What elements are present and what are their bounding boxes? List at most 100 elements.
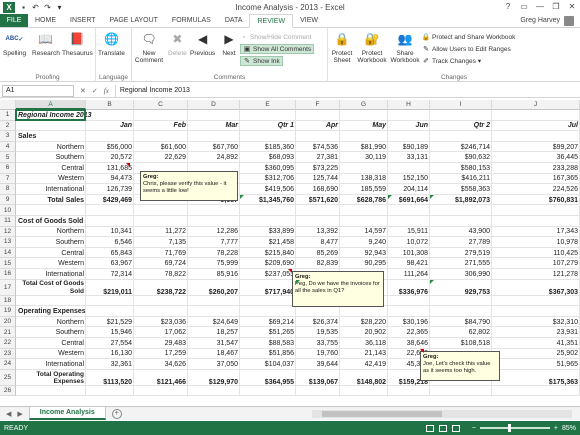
row-label[interactable]: Northern: [16, 142, 86, 153]
data-cell[interactable]: 152,150: [388, 174, 430, 185]
row-label[interactable]: Southern: [16, 237, 86, 248]
data-cell[interactable]: $73,225: [296, 163, 340, 174]
row-header[interactable]: 26: [0, 385, 16, 397]
worksheet-grid[interactable]: A B C D E F G H I J 1 Regional Income 2013 2 Jan Feb Ma…: [0, 100, 580, 406]
cancel-icon[interactable]: ✕: [80, 87, 86, 95]
data-cell[interactable]: $175,363: [492, 370, 580, 386]
row-label[interactable]: Southern: [16, 327, 86, 338]
data-cell[interactable]: 121,278: [492, 269, 580, 280]
comment-box[interactable]: Greg: Chris, please verify this value - i…: [140, 170, 238, 201]
data-cell[interactable]: 279,519: [430, 248, 492, 259]
row-header[interactable]: 4: [0, 141, 16, 153]
data-cell[interactable]: 19,760: [296, 349, 340, 360]
data-cell[interactable]: 78,228: [188, 248, 240, 259]
data-cell[interactable]: $238,722: [134, 280, 188, 296]
tab-view[interactable]: VIEW: [293, 14, 325, 27]
data-cell[interactable]: $139,067: [296, 370, 340, 386]
data-cell[interactable]: 8,477: [296, 237, 340, 248]
data-cell[interactable]: 204,114: [388, 184, 430, 195]
tab-insert[interactable]: INSERT: [63, 14, 103, 27]
tab-review[interactable]: REVIEW: [249, 14, 294, 28]
data-cell[interactable]: 21,143: [340, 349, 388, 360]
show-ink-button[interactable]: ✎ Show Ink: [240, 56, 283, 66]
data-cell[interactable]: 78,822: [134, 269, 188, 280]
row-label[interactable]: Sales: [16, 131, 216, 142]
data-cell[interactable]: 43,900: [430, 227, 492, 238]
close-button[interactable]: ✕: [564, 0, 580, 13]
restore-button[interactable]: ❐: [548, 0, 564, 13]
data-cell[interactable]: $108,518: [430, 338, 492, 349]
data-cell[interactable]: 224,526: [492, 184, 580, 195]
data-cell[interactable]: $88,583: [240, 338, 296, 349]
row-header[interactable]: 9: [0, 194, 16, 206]
column-header-h[interactable]: H: [388, 100, 430, 110]
data-cell[interactable]: $691,664: [388, 195, 430, 206]
data-cell[interactable]: 110,425: [492, 248, 580, 259]
select-all-corner[interactable]: [0, 100, 16, 110]
data-cell[interactable]: 929,753: [430, 280, 492, 296]
row-label[interactable]: Western: [16, 349, 86, 360]
data-cell[interactable]: $99,207: [492, 142, 580, 153]
data-cell[interactable]: 126,739: [86, 184, 134, 195]
save-icon[interactable]: ▪: [19, 3, 28, 12]
data-cell[interactable]: 27,554: [86, 338, 134, 349]
data-cell[interactable]: 41,351: [492, 338, 580, 349]
data-cell[interactable]: $360,095: [240, 163, 296, 174]
data-cell[interactable]: $367,303: [492, 280, 580, 296]
data-cell[interactable]: $209,690: [240, 258, 296, 269]
data-cell[interactable]: $129,970: [188, 370, 240, 386]
data-cell[interactable]: Qtr 2: [430, 121, 492, 132]
row-header[interactable]: 16: [0, 269, 16, 280]
zoom-in-icon[interactable]: +: [554, 425, 558, 432]
data-cell[interactable]: 38,646: [388, 338, 430, 349]
column-header-b[interactable]: B: [86, 100, 134, 110]
data-cell[interactable]: 12,286: [188, 227, 240, 238]
row-header[interactable]: 3: [0, 131, 16, 142]
thesaurus-button[interactable]: 📕 Thesaurus: [62, 30, 93, 57]
data-cell[interactable]: 85,916: [188, 269, 240, 280]
data-cell[interactable]: 62,802: [430, 327, 492, 338]
user-account[interactable]: Greg Harvey: [520, 14, 580, 27]
data-cell[interactable]: Qtr 1: [240, 121, 296, 132]
data-cell[interactable]: Feb: [134, 121, 188, 132]
row-header[interactable]: 6: [0, 163, 16, 174]
data-cell[interactable]: 34,626: [134, 359, 188, 370]
data-cell[interactable]: $61,600: [134, 142, 188, 153]
row-header[interactable]: 25: [0, 369, 16, 386]
data-cell[interactable]: $580,153: [430, 163, 492, 174]
data-cell[interactable]: $74,536: [296, 142, 340, 153]
data-cell[interactable]: $336,976: [388, 280, 430, 296]
row-label[interactable]: Total Operating Expenses: [16, 370, 86, 386]
row-header[interactable]: 10: [0, 205, 16, 216]
row-header[interactable]: 22: [0, 338, 16, 349]
data-cell[interactable]: 30,119: [340, 152, 388, 163]
data-cell[interactable]: 11,272: [134, 227, 188, 238]
comment-box[interactable]: Greg: Peg, Do we have the invoices for al…: [292, 271, 384, 307]
row-label[interactable]: International: [16, 184, 86, 195]
data-cell[interactable]: 14,597: [340, 227, 388, 238]
data-cell[interactable]: 17,259: [134, 349, 188, 360]
column-header-f[interactable]: F: [296, 100, 340, 110]
data-cell[interactable]: $113,520: [86, 370, 134, 386]
data-cell[interactable]: 75,999: [188, 258, 240, 269]
row-label[interactable]: Total Sales: [16, 195, 86, 206]
data-cell[interactable]: 10,341: [86, 227, 134, 238]
data-cell[interactable]: $416,211: [430, 174, 492, 185]
spelling-button[interactable]: ABC ✓ Spelling: [3, 30, 26, 57]
row-label[interactable]: Central: [16, 338, 86, 349]
data-cell[interactable]: $429,469: [86, 195, 134, 206]
data-cell[interactable]: 63,967: [86, 258, 134, 269]
row-header[interactable]: 17: [0, 279, 16, 296]
data-cell[interactable]: 98,421: [388, 258, 430, 269]
minimize-button[interactable]: —: [532, 0, 548, 13]
data-cell[interactable]: 22,629: [134, 152, 188, 163]
data-cell[interactable]: $104,037: [240, 359, 296, 370]
data-cell[interactable]: 90,295: [340, 258, 388, 269]
data-cell[interactable]: 9,240: [340, 237, 388, 248]
data-cell[interactable]: 36,445: [492, 152, 580, 163]
sheet-tab-income-analysis[interactable]: Income Analysis: [28, 407, 106, 420]
row-label[interactable]: Western: [16, 258, 86, 269]
tab-formulas[interactable]: FORMULAS: [165, 14, 218, 27]
show-hide-comment-button[interactable]: ▫ Show/Hide Comment: [240, 32, 312, 42]
data-cell[interactable]: $215,840: [240, 248, 296, 259]
